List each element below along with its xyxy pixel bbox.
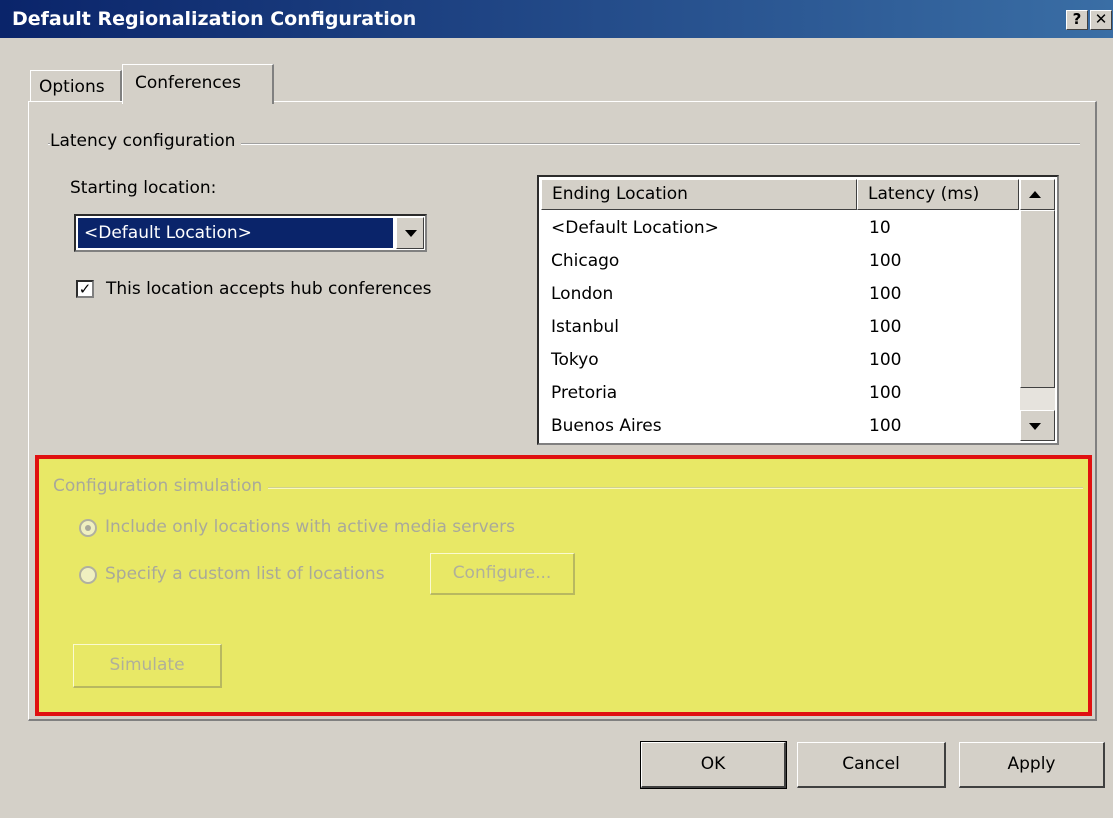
list-item[interactable]: Chicago 100 <box>539 246 1019 279</box>
vertical-scrollbar[interactable] <box>1020 179 1055 441</box>
latency-cell: 100 <box>869 284 902 304</box>
active-media-servers-radio[interactable] <box>79 519 97 537</box>
ending-location-cell: Buenos Aires <box>551 416 662 436</box>
latency-cell: 10 <box>869 218 891 238</box>
custom-locations-radio[interactable] <box>79 566 97 584</box>
latency-cell: 100 <box>869 416 902 436</box>
latency-cell: 100 <box>869 350 902 370</box>
ending-location-cell: London <box>551 284 614 304</box>
starting-location-label: Starting location: <box>70 178 217 198</box>
list-item[interactable]: Pretoria 100 <box>539 378 1019 411</box>
list-item[interactable]: London 100 <box>539 279 1019 312</box>
column-header-latency[interactable]: Latency (ms) <box>857 179 1019 210</box>
ending-location-cell: Istanbul <box>551 317 620 337</box>
scroll-up-button[interactable] <box>1020 179 1055 210</box>
simulate-button[interactable]: Simulate <box>73 644 222 688</box>
tab-options[interactable]: Options <box>30 70 122 102</box>
starting-location-dropdown[interactable]: <Default Location> <box>74 214 427 252</box>
ending-location-cell: Chicago <box>551 251 620 271</box>
scrollbar-thumb[interactable] <box>1020 210 1055 388</box>
list-item[interactable]: Istanbul 100 <box>539 312 1019 345</box>
latency-list[interactable]: Ending Location Latency (ms) <Default Lo… <box>537 175 1059 445</box>
close-button[interactable]: ✕ <box>1090 10 1112 30</box>
latency-group-label: Latency configuration <box>50 131 242 151</box>
arrow-up-icon <box>1029 191 1041 198</box>
tab-options-label: Options <box>39 77 105 97</box>
ending-location-cell: Pretoria <box>551 383 618 403</box>
hub-conferences-checkbox[interactable]: ✓ <box>76 280 94 298</box>
custom-locations-label: Specify a custom list of locations <box>105 564 385 584</box>
cancel-button[interactable]: Cancel <box>797 742 946 788</box>
apply-button[interactable]: Apply <box>959 742 1105 788</box>
hub-conferences-label: This location accepts hub conferences <box>106 279 432 299</box>
tab-conferences-label: Conferences <box>135 73 242 93</box>
starting-location-value: <Default Location> <box>78 218 393 248</box>
window-title: Default Regionalization Configuration <box>12 8 417 30</box>
list-item[interactable]: Buenos Aires 100 <box>539 411 1019 443</box>
chevron-down-icon <box>405 230 417 237</box>
scroll-down-button[interactable] <box>1020 410 1055 441</box>
list-item[interactable]: Tokyo 100 <box>539 345 1019 378</box>
latency-cell: 100 <box>869 251 902 271</box>
radio-selected-dot <box>85 525 91 531</box>
ending-location-cell: <Default Location> <box>551 218 719 238</box>
configure-button[interactable]: Configure... <box>430 553 575 595</box>
list-item[interactable]: <Default Location> 10 <box>539 213 1019 246</box>
simulation-group-label: Configuration simulation <box>53 476 269 496</box>
latency-cell: 100 <box>869 383 902 403</box>
title-bar: Default Regionalization Configuration ? … <box>0 0 1113 38</box>
active-media-servers-label: Include only locations with active media… <box>105 517 515 537</box>
help-button[interactable]: ? <box>1066 10 1088 30</box>
column-header-ending-location[interactable]: Ending Location <box>541 179 857 210</box>
tab-conferences[interactable]: Conferences <box>122 64 274 104</box>
dropdown-button[interactable] <box>396 217 424 249</box>
simulation-highlight: Configuration simulation Include only lo… <box>35 455 1092 716</box>
latency-cell: 100 <box>869 317 902 337</box>
ok-button[interactable]: OK <box>640 741 787 789</box>
ending-location-cell: Tokyo <box>551 350 599 370</box>
arrow-down-icon <box>1029 423 1041 430</box>
